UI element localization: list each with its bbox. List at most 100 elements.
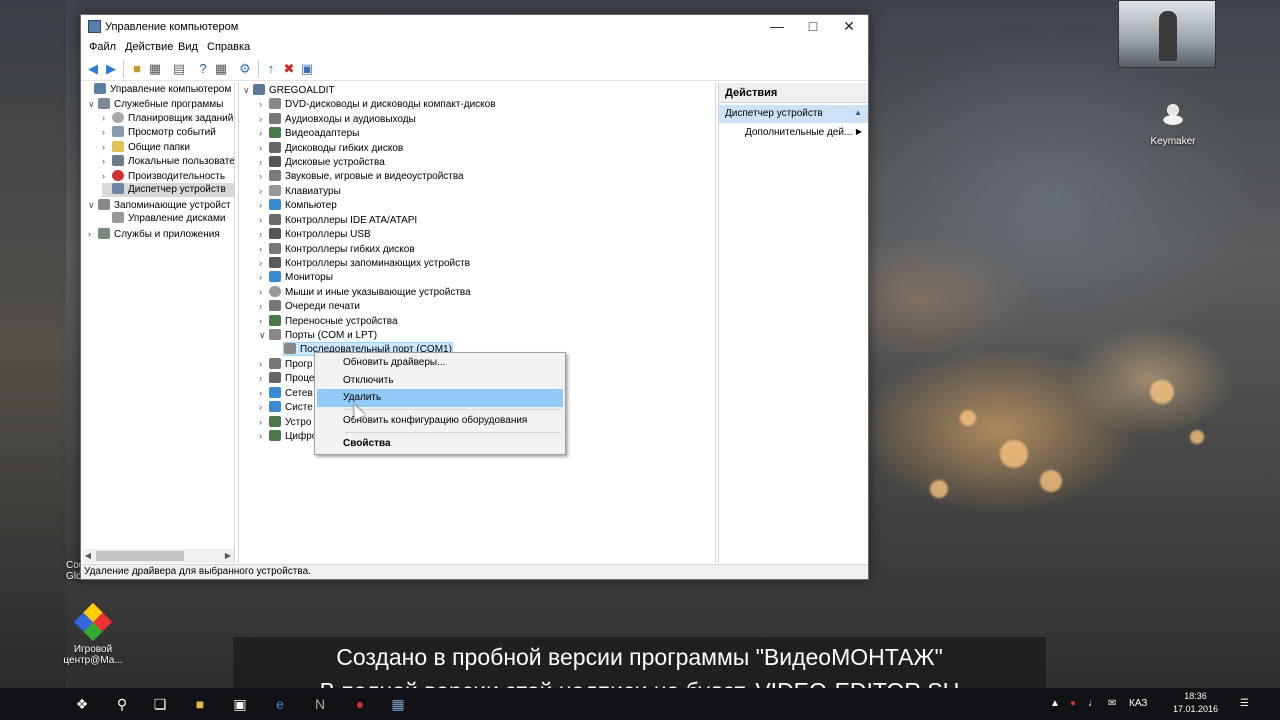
device-category[interactable]: › Цифро	[259, 429, 317, 443]
computer-icon	[253, 84, 265, 95]
scan-hardware-icon[interactable]: ⚙	[237, 61, 253, 77]
device-category[interactable]: › Прогр	[259, 357, 313, 371]
device-category[interactable]: › Мыши и иные указывающие устройства	[259, 285, 471, 299]
video-adapter-icon	[269, 127, 281, 138]
properties-icon[interactable]: ▤	[171, 61, 187, 77]
device-category[interactable]: › Контроллеры IDE ATA/ATAPI	[259, 213, 417, 227]
show-hide-tree-icon[interactable]: ▦	[147, 61, 163, 77]
status-bar: Удаление драйвера для выбранного устройс…	[82, 564, 868, 579]
back-arrow-icon[interactable]: ◀	[85, 61, 101, 77]
search-icon[interactable]: ⚲	[102, 688, 142, 720]
tree-item-local-users[interactable]: › Локальные пользовате	[102, 154, 234, 168]
actions-more[interactable]: Дополнительные дей... ▶	[719, 124, 868, 142]
tree-item-storage[interactable]: ∨ Запоминающие устройст	[88, 198, 231, 212]
tree-item-device-manager[interactable]: Диспетчер устройств	[102, 183, 234, 197]
close-button[interactable]: ✕	[831, 15, 867, 39]
notifications-icon[interactable]: ☰	[1240, 688, 1249, 720]
horizontal-scrollbar[interactable]: ◀ ▶	[82, 549, 234, 563]
device-category[interactable]: › Устро	[259, 415, 311, 429]
device-category[interactable]: › Сетев	[259, 386, 313, 400]
forward-arrow-icon[interactable]: ▶	[103, 61, 119, 77]
menu-action[interactable]: Действие	[125, 41, 173, 53]
tree-item-root[interactable]: Управление компьютером (л	[84, 83, 234, 97]
tray-icon[interactable]: ▲	[1050, 688, 1060, 720]
scrollbar-thumb[interactable]	[96, 551, 184, 561]
file-explorer-icon[interactable]: ■	[180, 688, 220, 720]
store-icon[interactable]: ▣	[220, 688, 260, 720]
uninstall-device-icon[interactable]: ✖	[281, 61, 297, 77]
add-hardware-icon[interactable]: ▣	[299, 61, 315, 77]
device-category[interactable]: › Очереди печати	[259, 299, 360, 313]
scroll-left-icon[interactable]: ◀	[82, 549, 94, 563]
device-category[interactable]: › Дисководы гибких дисков	[259, 141, 403, 155]
desktop-icon-keymaker[interactable]: Keymaker	[1138, 96, 1208, 147]
device-category[interactable]: › Клавиатуры	[259, 184, 341, 198]
tree-item-services-apps[interactable]: › Службы и приложения	[88, 227, 220, 241]
device-tree-root[interactable]: ∨ GREGOALDIT	[243, 83, 335, 97]
start-windows-icon[interactable]: ❖	[62, 688, 102, 720]
actions-header: Действия	[719, 83, 868, 103]
keyboard-icon	[269, 185, 281, 196]
tree-item-disk-management[interactable]: Управление дисками	[102, 212, 225, 226]
event-viewer-icon	[112, 126, 124, 137]
clock-time: 18:36	[1184, 691, 1207, 701]
device-category[interactable]: › Аудиовходы и аудиовыходы	[259, 112, 416, 126]
scroll-right-icon[interactable]: ▶	[222, 549, 234, 563]
tree-item-performance[interactable]: › Производительность	[102, 169, 225, 183]
device-category[interactable]: › Дисковые устройства	[259, 155, 385, 169]
disk-icon	[112, 212, 124, 223]
bokeh-light	[1000, 440, 1028, 468]
tree-item-system-tools[interactable]: ∨ Служебные программы	[88, 97, 223, 111]
device-category[interactable]: › Компьютер	[259, 198, 337, 212]
computer-icon	[269, 199, 281, 210]
software-device-icon	[269, 358, 281, 369]
menu-item-update-drivers[interactable]: Обновить драйверы...	[317, 354, 563, 372]
view-icon[interactable]: ▦	[213, 61, 229, 77]
clock[interactable]: 18:36 17.01.2016	[1173, 690, 1218, 716]
computer-management-taskbar-icon[interactable]: ▦	[378, 688, 418, 720]
message-icon[interactable]: ✉	[1108, 688, 1116, 720]
console-tree-pane: Управление компьютером (л ∨ Служебные про…	[82, 83, 235, 563]
maximize-button[interactable]: □	[795, 15, 831, 39]
bokeh-light	[1150, 380, 1174, 404]
ide-controller-icon	[269, 214, 281, 225]
bokeh-light	[930, 480, 948, 498]
device-category[interactable]: › Мониторы	[259, 270, 333, 284]
device-category[interactable]: › DVD-дисководы и дисководы компакт-диско…	[259, 97, 496, 111]
task-view-icon[interactable]: ❏	[140, 688, 180, 720]
device-category[interactable]: › Переносные устройства	[259, 314, 398, 328]
edge-browser-icon[interactable]: e	[260, 688, 300, 720]
collapse-icon[interactable]: ▲	[854, 108, 862, 117]
update-driver-icon[interactable]: ↑	[263, 61, 279, 77]
menu-item-disable[interactable]: Отключить	[317, 372, 563, 390]
menu-file[interactable]: Файл	[89, 41, 116, 53]
desktop-icon-game-center[interactable]: Игровой центр@Ma...	[58, 602, 128, 666]
mouse-icon	[269, 286, 281, 297]
device-category-ports[interactable]: ∨ Порты (COM и LPT)	[259, 328, 377, 342]
up-folder-icon[interactable]: ■	[129, 61, 145, 77]
device-category[interactable]: › Проце	[259, 371, 315, 385]
device-category[interactable]: › Контроллеры USB	[259, 227, 371, 241]
device-category[interactable]: › Звуковые, игровые и видеоустройства	[259, 169, 464, 183]
device-category[interactable]: › Видеоадаптеры	[259, 126, 359, 140]
users-icon	[112, 155, 124, 166]
minimize-button[interactable]: —	[759, 15, 795, 39]
device-category[interactable]: › Контроллеры запоминающих устройств	[259, 256, 470, 270]
menu-help[interactable]: Справка	[207, 41, 250, 53]
volume-icon[interactable]: ♩	[1088, 688, 1098, 720]
help-icon[interactable]: ?	[195, 61, 211, 77]
tree-item-shared-folders[interactable]: › Общие папки	[102, 140, 190, 154]
tree-item-task-scheduler[interactable]: › Планировщик заданий	[102, 111, 233, 125]
menu-view[interactable]: Вид	[178, 41, 198, 53]
menu-item-properties[interactable]: Свойства	[317, 435, 563, 453]
desktop-thumbnail-image[interactable]	[1118, 0, 1216, 68]
tray-app-icon[interactable]: ●	[1070, 688, 1076, 720]
title-bar[interactable]: Управление компьютером — □ ✕	[81, 15, 868, 39]
device-category[interactable]: › Систе	[259, 400, 313, 414]
device-category[interactable]: › Контроллеры гибких дисков	[259, 242, 415, 256]
app-icon[interactable]: N	[300, 688, 340, 720]
actions-device-manager[interactable]: Диспетчер устройств ▲	[719, 105, 868, 123]
app-icon[interactable]: ●	[340, 688, 380, 720]
language-indicator[interactable]: КАЗ	[1129, 688, 1147, 720]
tree-item-event-viewer[interactable]: › Просмотр событий	[102, 125, 216, 139]
